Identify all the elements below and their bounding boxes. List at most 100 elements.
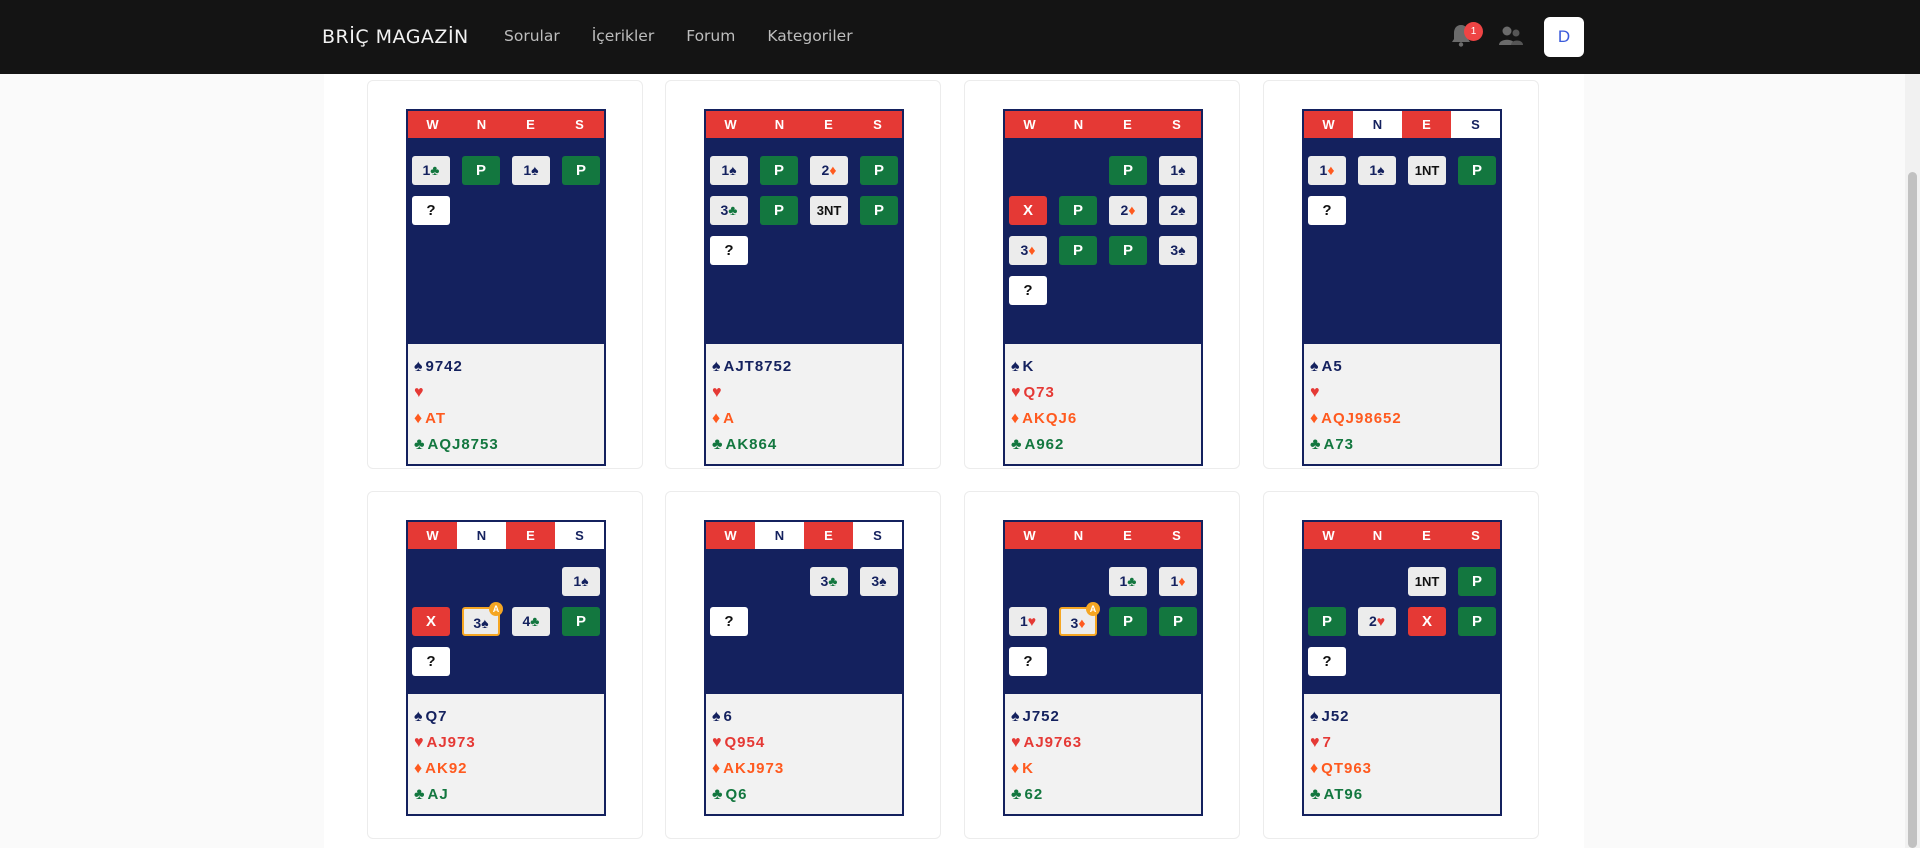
auction-grid: 1NT P P 2♥ X P? xyxy=(1304,549,1500,694)
board-card[interactable]: W N E S 1♣ 1♦ 1♥ 3♦ A P P? ♠ J752 ♥ AJ9763 ♦ K ♣ 62 xyxy=(964,491,1240,839)
bid-call: 3♠ xyxy=(860,567,898,596)
hand-cards: AK864 xyxy=(725,436,778,453)
seat-w: W xyxy=(1304,111,1353,138)
spade-icon: ♠ xyxy=(712,708,722,725)
hand-cards: AJ9763 xyxy=(1023,734,1083,751)
board-card[interactable]: W N E S 1♣ P 1♠ P? ♠ 9742 ♥ ♦ AT ♣ AQJ8753 xyxy=(367,80,643,469)
hand-cards: A5 xyxy=(1321,358,1343,375)
bid-pass: P xyxy=(1159,607,1197,636)
seat-w: W xyxy=(408,111,457,138)
users-icon[interactable] xyxy=(1498,25,1528,51)
nav-link-icerikler[interactable]: İçerikler xyxy=(592,24,655,48)
seat-n: N xyxy=(1353,522,1402,549)
hand-spades: ♠ A5 xyxy=(1310,354,1500,380)
hand: ♠ 6 ♥ Q954 ♦ AKJ973 ♣ Q6 xyxy=(706,694,902,814)
hand-cards: AJ xyxy=(427,786,449,803)
seat-w: W xyxy=(706,522,755,549)
diamond-icon: ♦ xyxy=(414,760,424,777)
hand-clubs: ♣ 62 xyxy=(1011,782,1201,808)
board-card[interactable]: W N E S 1NT P P 2♥ X P? ♠ J52 ♥ 7 ♦ QT963 ♣ AT96 xyxy=(1263,491,1539,839)
bid-call: 1NT xyxy=(1408,567,1446,596)
hand-clubs: ♣ Q6 xyxy=(712,782,902,808)
nav-link-kategoriler[interactable]: Kategoriler xyxy=(767,24,852,48)
bid-question[interactable]: ? xyxy=(412,647,450,676)
hand-hearts: ♥ xyxy=(1310,380,1500,406)
seat-w: W xyxy=(1304,522,1353,549)
bid-question[interactable]: ? xyxy=(1308,647,1346,676)
board-card[interactable]: W N E S P 1♠ X P 2♦ 2♠ 3♦ P P 3♠? ♠ K ♥ Q73 ♦ AKQJ6 ♣ A962 xyxy=(964,80,1240,469)
hand-diamonds: ♦ AKJ973 xyxy=(712,756,902,782)
nav-link-forum[interactable]: Forum xyxy=(686,24,735,48)
bidding-board: W N E S P 1♠ X P 2♦ 2♠ 3♦ P P 3♠? ♠ K ♥ Q73 ♦ AKQJ6 ♣ A962 xyxy=(1003,109,1203,466)
seat-e: E xyxy=(804,111,853,138)
hand-hearts: ♥ xyxy=(712,380,902,406)
club-icon: ♣ xyxy=(1310,436,1322,453)
bidding-board: W N E S 1♣ 1♦ 1♥ 3♦ A P P? ♠ J752 ♥ AJ9763 ♦ K ♣ 62 xyxy=(1003,520,1203,816)
alert-icon[interactable]: A xyxy=(489,602,503,616)
hand-diamonds: ♦ AQJ98652 xyxy=(1310,406,1500,432)
bid-call: 2♥ xyxy=(1358,607,1396,636)
bid-question[interactable]: ? xyxy=(710,607,748,636)
hand-hearts: ♥ Q954 xyxy=(712,730,902,756)
spade-icon: ♠ xyxy=(1011,708,1021,725)
bid-question[interactable]: ? xyxy=(1308,196,1346,225)
hand-cards: 62 xyxy=(1024,786,1044,803)
seat-s: S xyxy=(1152,522,1201,549)
board-card[interactable]: W N E S 1♠ X 3♠ A 4♣ P? ♠ Q7 ♥ AJ973 ♦ AK92 ♣ AJ xyxy=(367,491,643,839)
hand: ♠ A5 ♥ ♦ AQJ98652 ♣ A73 xyxy=(1304,344,1500,464)
hand-cards: J52 xyxy=(1321,708,1350,725)
seat-e: E xyxy=(1103,111,1152,138)
bid-call: 3NT xyxy=(810,196,848,225)
hand-cards: A xyxy=(723,410,736,427)
hand-spades: ♠ J752 xyxy=(1011,704,1201,730)
bid-call: 2♠ xyxy=(1159,196,1197,225)
site-logo[interactable]: BRİÇ MAGAZİN xyxy=(322,22,469,52)
board-card[interactable]: W N E S 1♦ 1♠ 1NT P? ♠ A5 ♥ ♦ AQJ98652 ♣ A73 xyxy=(1263,80,1539,469)
seat-n: N xyxy=(755,111,804,138)
bid-pass: P xyxy=(1059,196,1097,225)
diamond-icon: ♦ xyxy=(414,410,424,427)
bid-call: 2♦ xyxy=(1109,196,1147,225)
board-card[interactable]: W N E S 3♣ 3♠? ♠ 6 ♥ Q954 ♦ AKJ973 ♣ Q6 xyxy=(665,491,941,839)
nav-links: Sorular İçerikler Forum Kategoriler xyxy=(504,24,885,48)
bid-call: 2♦ xyxy=(810,156,848,185)
avatar[interactable]: D xyxy=(1544,17,1584,57)
seat-e: E xyxy=(1103,522,1152,549)
alert-icon[interactable]: A xyxy=(1086,602,1100,616)
diamond-icon: ♦ xyxy=(1310,410,1320,427)
auction-grid: 1♠ X 3♠ A 4♣ P? xyxy=(408,549,604,694)
bid-question[interactable]: ? xyxy=(412,196,450,225)
hand-cards: AT xyxy=(425,410,447,427)
hand-diamonds: ♦ AK92 xyxy=(414,756,604,782)
seat-e: E xyxy=(1402,522,1451,549)
seat-header: WNES xyxy=(408,111,604,138)
bid-pass: P xyxy=(860,156,898,185)
hand: ♠ AJT8752 ♥ ♦ A ♣ AK864 xyxy=(706,344,902,464)
hand-cards: AT96 xyxy=(1323,786,1364,803)
scrollbar-thumb[interactable] xyxy=(1908,172,1917,848)
club-icon: ♣ xyxy=(414,436,426,453)
spade-icon: ♠ xyxy=(414,358,424,375)
notification-badge: 1 xyxy=(1464,22,1483,41)
bell-icon[interactable]: 1 xyxy=(1450,22,1483,51)
bid-call: 1♠ xyxy=(512,156,550,185)
auction-grid: 1♠ P 2♦ P 3♣ P 3NT P? xyxy=(706,138,902,344)
hand-cards: K xyxy=(1022,358,1035,375)
diamond-icon: ♦ xyxy=(712,410,722,427)
bid-question[interactable]: ? xyxy=(1009,647,1047,676)
bid-question[interactable]: ? xyxy=(710,236,748,265)
club-icon: ♣ xyxy=(1011,786,1023,803)
hand-clubs: ♣ AQJ8753 xyxy=(414,432,604,458)
hand-cards: 6 xyxy=(723,708,733,725)
seat-w: W xyxy=(408,522,457,549)
seat-w: W xyxy=(706,111,755,138)
bidding-board: W N E S 1NT P P 2♥ X P? ♠ J52 ♥ 7 ♦ QT963 ♣ AT96 xyxy=(1302,520,1502,816)
board-card[interactable]: W N E S 1♠ P 2♦ P 3♣ P 3NT P? ♠ AJT8752 ♥ ♦ A ♣ AK864 xyxy=(665,80,941,469)
seat-w: W xyxy=(1005,111,1054,138)
hand-spades: ♠ 6 xyxy=(712,704,902,730)
auction-grid: P 1♠ X P 2♦ 2♠ 3♦ P P 3♠? xyxy=(1005,138,1201,344)
hand-cards: QT963 xyxy=(1321,760,1373,777)
bid-call: 4♣ xyxy=(512,607,550,636)
nav-link-sorular[interactable]: Sorular xyxy=(504,24,560,48)
bid-question[interactable]: ? xyxy=(1009,276,1047,305)
